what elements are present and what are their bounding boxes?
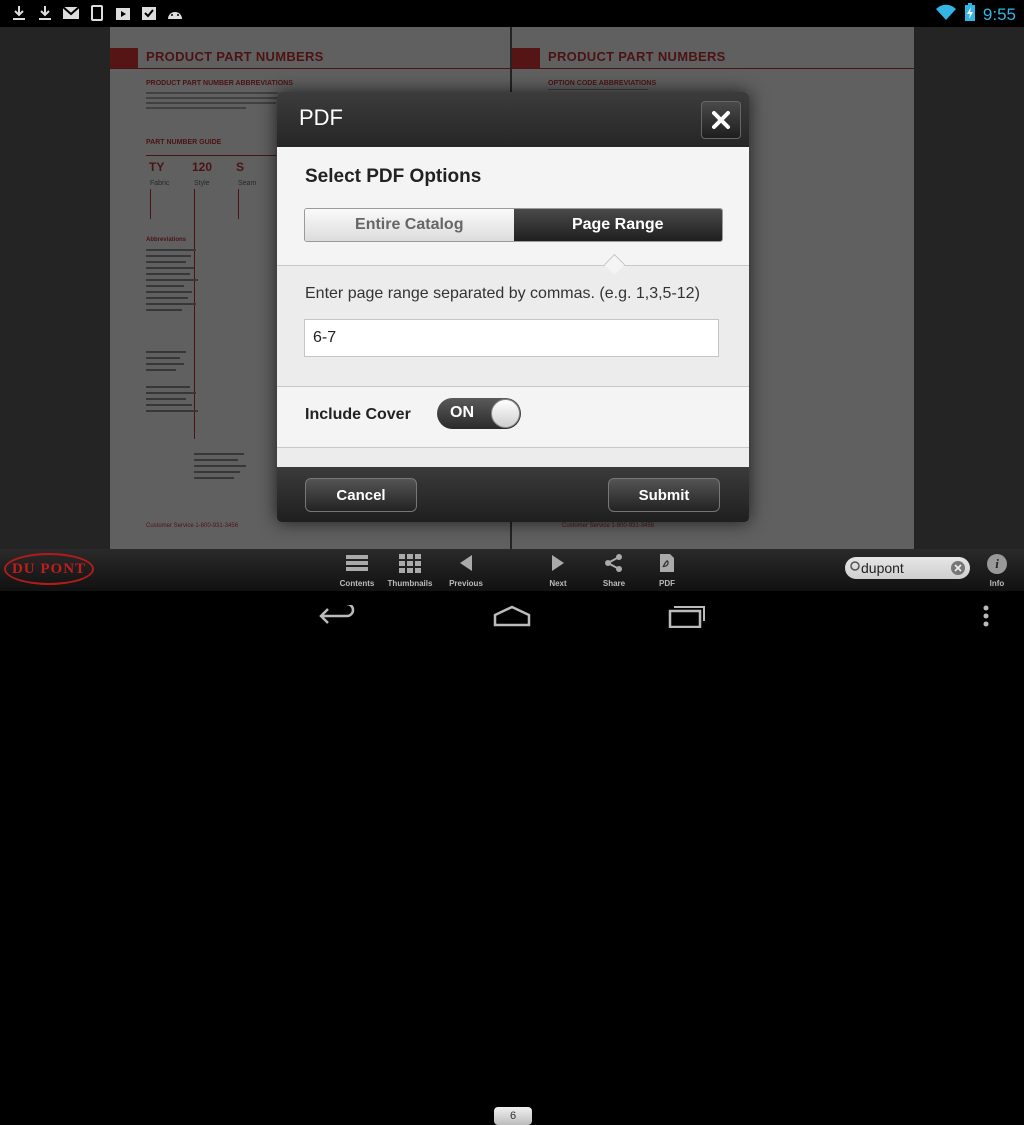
tab-page-range[interactable]: Page Range: [513, 209, 722, 241]
section-title: Select PDF Options: [305, 166, 482, 187]
thumbnails-button[interactable]: Thumbnails: [382, 553, 438, 589]
download-icon: [36, 4, 54, 22]
home-button[interactable]: [472, 591, 552, 640]
notification-icons: [10, 4, 184, 22]
search-input[interactable]: dupont: [861, 560, 904, 576]
app-toolbar: DU PONT Contents Thumbnails Previous 6 N…: [0, 549, 1024, 1125]
gmail-icon: [62, 4, 80, 22]
dialog-title: PDF: [299, 105, 343, 130]
clear-search-icon[interactable]: [951, 561, 965, 575]
download-icon: [10, 4, 28, 22]
previous-button[interactable]: Previous: [438, 553, 494, 589]
include-cover-section: Include Cover ON: [277, 387, 749, 447]
share-icon: [605, 554, 622, 572]
close-icon: [712, 111, 730, 129]
tab-entire-catalog[interactable]: Entire Catalog: [305, 209, 514, 241]
include-cover-label: Include Cover: [305, 406, 411, 423]
include-cover-toggle[interactable]: ON: [437, 398, 521, 429]
cancel-button[interactable]: Cancel: [305, 478, 417, 512]
list-icon: [346, 555, 368, 571]
page-range-section: Enter page range separated by commas. (e…: [277, 266, 749, 386]
info-icon: i: [987, 554, 1007, 574]
overflow-menu-button[interactable]: [956, 591, 1016, 640]
back-icon: [319, 604, 355, 624]
page-range-input[interactable]: [304, 319, 719, 357]
arrow-left-icon: [460, 555, 472, 571]
next-button[interactable]: Next: [530, 553, 586, 589]
dupont-logo: DU PONT: [4, 553, 94, 585]
pdf-options-dialog: PDF Select PDF Options Entire Catalog Pa…: [277, 92, 749, 522]
dialog-footer: Cancel Submit: [277, 467, 749, 522]
toggle-state: ON: [450, 404, 474, 421]
arrow-right-icon: [552, 555, 564, 571]
system-nav-bar: [0, 591, 1024, 640]
grid-icon: [399, 554, 421, 573]
dialog-body: Select PDF Options Entire Catalog Page R…: [277, 147, 749, 467]
close-button[interactable]: [701, 101, 741, 139]
dialog-header: PDF: [277, 92, 749, 147]
page-range-label: Enter page range separated by commas. (e…: [305, 285, 700, 302]
recent-apps-icon: [668, 605, 705, 628]
contents-button[interactable]: Contents: [329, 553, 385, 589]
overflow-menu-icon: [983, 605, 989, 626]
back-button[interactable]: [298, 591, 378, 640]
battery-charging-icon: [964, 3, 975, 26]
share-button[interactable]: Share: [586, 553, 642, 589]
status-bar: 9:55: [0, 0, 1024, 27]
pdf-scope-section: Select PDF Options Entire Catalog Page R…: [277, 147, 749, 265]
page-number-field[interactable]: 6: [494, 1107, 532, 1125]
wifi-icon: [935, 3, 957, 26]
play-store-icon: [114, 4, 132, 22]
toggle-knob[interactable]: [491, 399, 520, 428]
recent-apps-button[interactable]: [646, 591, 726, 640]
info-button[interactable]: i Info: [972, 553, 1022, 591]
clock: 9:55: [982, 4, 1016, 24]
home-icon: [493, 605, 531, 626]
phone-icon: [88, 4, 106, 22]
pdf-button[interactable]: PDF: [639, 553, 695, 589]
tasks-icon: [140, 4, 158, 22]
scope-segmented-control: Entire Catalog Page Range: [304, 208, 723, 242]
search-field[interactable]: dupont: [845, 557, 970, 579]
pdf-icon: [660, 554, 674, 572]
android-icon: [166, 4, 184, 22]
submit-button[interactable]: Submit: [608, 478, 720, 512]
status-right: 9:55: [935, 3, 1016, 26]
